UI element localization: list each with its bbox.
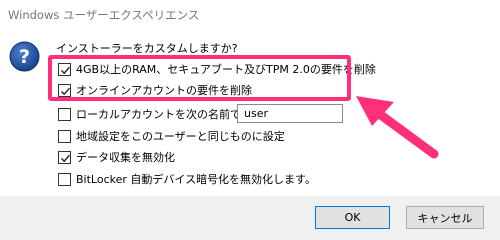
option-disable-bitlocker[interactable]: BitLocker 自動デバイス暗号化を無効化します。: [58, 170, 316, 188]
option-disable-data-collection[interactable]: データ収集を無効化: [58, 148, 175, 166]
option-label: BitLocker 自動デバイス暗号化を無効化します。: [76, 173, 316, 186]
checkbox-create-local-account[interactable]: [58, 107, 71, 121]
option-create-local-account[interactable]: ローカルアカウントを次の名前で作成:: [58, 105, 267, 123]
window-title: Windows ユーザーエクスペリエンス: [8, 8, 200, 22]
checkbox-match-region-settings[interactable]: [58, 129, 71, 143]
username-input[interactable]: user: [237, 104, 343, 123]
ok-button[interactable]: OK: [315, 206, 390, 229]
checkbox-disable-data-collection[interactable]: [58, 150, 71, 164]
option-label: 地域設定をこのユーザーと同じものに設定: [76, 130, 285, 143]
option-label: データ収集を無効化: [76, 151, 175, 164]
cancel-button[interactable]: キャンセル: [406, 206, 484, 229]
title-bar: Windows ユーザーエクスペリエンス: [0, 0, 500, 30]
question-icon: ?: [9, 41, 40, 72]
option-match-region-settings[interactable]: 地域設定をこのユーザーと同じものに設定: [58, 127, 285, 145]
question-text: インストーラーをカスタムしますか?: [56, 42, 238, 55]
highlight-box: [48, 55, 351, 101]
checkbox-disable-bitlocker[interactable]: [58, 172, 71, 186]
customize-installer-dialog: Windows ユーザーエクスペリエンス ? インストーラーをカスタムしますか?…: [0, 0, 500, 240]
svg-text:?: ?: [19, 46, 30, 68]
pointer-arrow-icon: [356, 96, 439, 159]
